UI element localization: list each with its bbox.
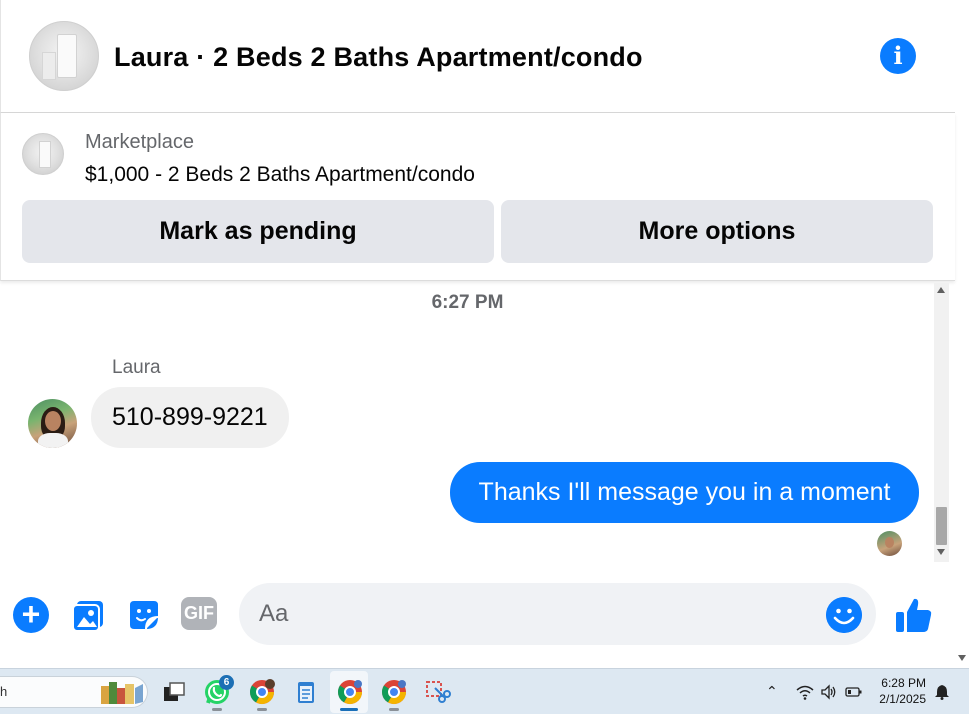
notification-bell-icon[interactable] — [934, 684, 950, 700]
message-composer: + GIF — [0, 568, 955, 666]
photo-icon[interactable] — [71, 597, 107, 633]
notepad-icon[interactable] — [292, 678, 320, 706]
avatar-body — [38, 433, 68, 448]
outgoing-message-bubble[interactable]: Thanks I'll message you in a moment — [450, 462, 919, 523]
emoji-icon[interactable] — [826, 597, 862, 633]
read-receipt-face — [885, 537, 894, 548]
thumbnail-fridge — [39, 141, 51, 168]
more-options-button[interactable]: More options — [501, 200, 933, 263]
read-receipt-avatar — [877, 531, 902, 556]
sticker-icon[interactable] — [126, 597, 162, 633]
search-highlight-icon[interactable] — [99, 678, 145, 706]
sender-name: Laura — [112, 357, 161, 378]
taskbar-indicator — [257, 708, 267, 711]
chevron-up-icon[interactable]: ⌃ — [766, 683, 778, 700]
message-timestamp: 6:27 PM — [431, 292, 504, 313]
marketplace-listing-card: Marketplace $1,000 - 2 Beds 2 Baths Apar… — [0, 113, 955, 281]
incoming-message-bubble[interactable]: 510-899-9221 — [91, 387, 289, 448]
avatar[interactable] — [28, 399, 77, 448]
battery-icon[interactable] — [845, 686, 863, 698]
chrome-active-icon[interactable] — [336, 678, 364, 706]
chat-window: Laura · 2 Beds 2 Baths Apartment/condo i… — [0, 0, 955, 668]
chrome-profile-icon[interactable] — [248, 678, 276, 706]
task-view-icon[interactable] — [160, 678, 188, 706]
scroll-down-arrow-icon[interactable] — [937, 549, 945, 555]
thumbnail-fridge — [57, 34, 77, 78]
volume-icon[interactable] — [820, 684, 838, 700]
avatar-face — [45, 411, 61, 431]
scrollbar-thumb[interactable] — [936, 507, 947, 545]
taskbar-indicator — [212, 708, 222, 711]
like-icon[interactable] — [894, 595, 934, 635]
marketplace-label: Marketplace — [85, 131, 194, 153]
clock-date: 2/1/2025 — [879, 692, 926, 706]
window-scroll-down-icon[interactable] — [958, 655, 966, 661]
message-input[interactable] — [239, 583, 876, 645]
taskbar-search-text: h — [0, 684, 8, 699]
chrome-second-profile-icon[interactable] — [380, 678, 408, 706]
info-icon[interactable]: i — [880, 38, 916, 74]
snipping-tool-icon[interactable] — [423, 678, 451, 706]
whatsapp-badge: 6 — [219, 675, 234, 690]
taskbar-clock[interactable]: 6:28 PM 2/1/2025 — [862, 675, 926, 707]
taskbar-active-indicator — [340, 708, 358, 711]
listing-small-thumbnail[interactable] — [22, 133, 64, 175]
wifi-icon[interactable] — [796, 684, 814, 700]
thumbnail-shelf — [42, 52, 56, 80]
chat-title[interactable]: Laura · 2 Beds 2 Baths Apartment/condo — [114, 42, 643, 73]
taskbar-indicator — [389, 708, 399, 711]
gif-icon[interactable]: GIF — [181, 597, 217, 630]
mark-as-pending-button[interactable]: Mark as pending — [22, 200, 494, 263]
chat-header: Laura · 2 Beds 2 Baths Apartment/condo i — [0, 0, 955, 113]
os-taskbar: h 6 ⌃ 6:28 PM 2/1/2025 — [0, 668, 969, 714]
messages-scrollbar[interactable] — [934, 283, 949, 562]
clock-time: 6:28 PM — [881, 676, 926, 690]
plus-icon[interactable]: + — [13, 597, 49, 633]
listing-price-title[interactable]: $1,000 - 2 Beds 2 Baths Apartment/condo — [85, 163, 475, 187]
scroll-up-arrow-icon[interactable] — [937, 287, 945, 293]
listing-thumbnail[interactable] — [29, 21, 99, 91]
